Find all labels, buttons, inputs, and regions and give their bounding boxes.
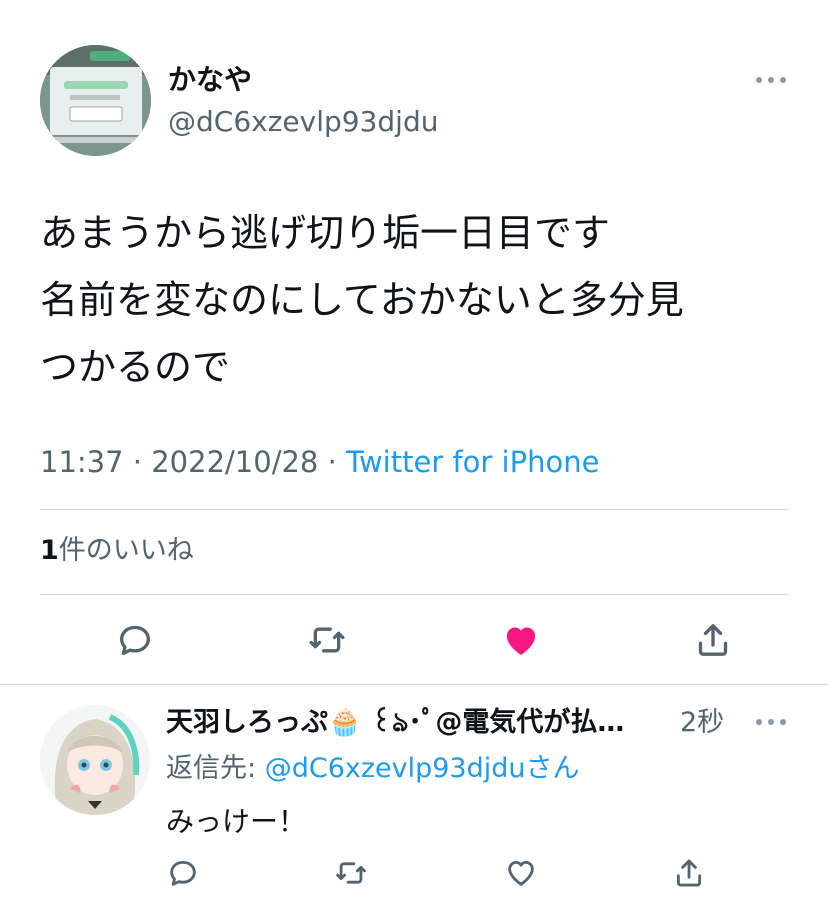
divider [0, 684, 828, 685]
avatar-image [40, 45, 151, 156]
more-icon[interactable] [756, 72, 786, 88]
tweet-text: あまうから逃げ切り垢一日目です 名前を変なのにしておかないと多分見 つかるので [40, 200, 684, 401]
reply-text: みっけー！ [166, 805, 307, 838]
tweet-actions [40, 610, 788, 670]
reply-author-name[interactable]: 天羽しろっぷ🧁 ꒰ঌ･ﾟ@電気代が払… [166, 702, 674, 744]
divider [40, 594, 788, 595]
likes-count[interactable]: 1件のいいね [40, 530, 194, 572]
reply-actions [166, 850, 706, 900]
tweet-meta: 11:37 · 2022/10/28 · Twitter for iPhone [40, 440, 599, 484]
reply-time[interactable]: 2秒 [680, 702, 724, 744]
meta-separator: · [318, 445, 347, 479]
tweet-text-line: 名前を変なのにしておかないと多分見 [40, 278, 684, 322]
retweet-icon[interactable] [333, 856, 369, 894]
author-handle[interactable]: @dC6xzevlp93djdu [168, 102, 438, 142]
tweet-text-line: つかるので [40, 345, 231, 389]
reply-to-handle[interactable]: @dC6xzevlp93djdu [265, 753, 526, 784]
reply-to-suffix: さん [525, 753, 580, 784]
avatar-image [40, 705, 150, 815]
tweet-source[interactable]: Twitter for iPhone [346, 445, 599, 479]
like-count-label: 件のいいね [58, 535, 194, 566]
retweet-icon[interactable] [306, 620, 348, 660]
meta-separator: · [123, 445, 152, 479]
like-icon[interactable] [503, 856, 539, 894]
tweet-date[interactable]: 2022/10/28 [151, 445, 318, 479]
share-icon[interactable] [672, 856, 706, 894]
more-icon[interactable] [756, 714, 786, 730]
author-name[interactable]: かなや [168, 60, 252, 100]
reply-to-label: 返信先: [166, 753, 257, 784]
reply-icon[interactable] [115, 620, 155, 660]
like-count-number: 1 [40, 535, 59, 566]
reply-icon[interactable] [166, 856, 200, 894]
reply-to: 返信先: @dC6xzevlp93djduさん [166, 748, 580, 790]
share-icon[interactable] [693, 620, 733, 660]
like-icon[interactable] [500, 620, 542, 660]
tweet-text-line: あまうから逃げ切り垢一日目です [40, 211, 611, 255]
tweet-time[interactable]: 11:37 [40, 445, 124, 479]
author-avatar[interactable] [40, 45, 151, 156]
divider [40, 509, 788, 510]
reply-author-avatar[interactable] [40, 705, 150, 815]
